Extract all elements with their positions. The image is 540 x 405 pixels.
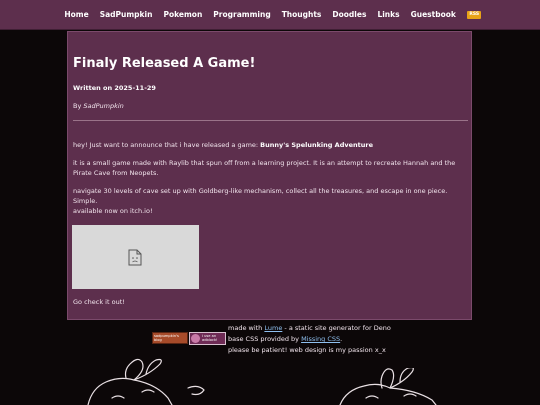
post-date-line: Written on 2025-11-29 [73, 84, 156, 92]
nav-doodles[interactable]: Doodles [327, 0, 372, 29]
adblock-badge[interactable]: i use an adblock! [189, 332, 226, 345]
bunny-doodle-right-icon [339, 368, 437, 405]
badge2-text: i use an adblock! [202, 334, 217, 342]
lume-link[interactable]: Lume [264, 324, 282, 332]
post-intro: hey! Just want to announce that i have r… [73, 140, 468, 150]
main-nav: Home SadPumpkin Pokemon Programming Thou… [0, 0, 540, 29]
rss-feed-icon[interactable]: RSS [467, 10, 482, 19]
footer-text: made with Lume - a static site generator… [228, 323, 391, 356]
badge2-line2: adblock! [202, 338, 218, 342]
footer-line-2: base CSS provided by Missing CSS. [228, 334, 391, 345]
by-prefix: By [73, 102, 84, 110]
nav-sadpumpkin[interactable]: SadPumpkin [94, 0, 158, 29]
nav-pokemon[interactable]: Pokemon [158, 0, 208, 29]
footer-badges: sadpumpkin's blog i use an adblock! [152, 332, 226, 345]
post-author: SadPumpkin [83, 102, 124, 110]
divider [73, 120, 468, 121]
game-screenshot-image[interactable] [72, 225, 199, 289]
badge1-line2: blog [154, 338, 162, 342]
broken-image-icon [128, 249, 142, 266]
nav-home[interactable]: Home [59, 0, 94, 29]
footer-line-3: please be patient! web design is my pass… [228, 346, 386, 354]
nav-guestbook[interactable]: Guestbook [405, 0, 461, 29]
post-paragraph-3: navigate 30 levels of cave set up with G… [73, 187, 448, 205]
footer-line2-prefix: base CSS provided by [228, 335, 302, 343]
badge-face-icon [191, 334, 200, 343]
post-paragraph-2: it is a small game made with Raylib that… [73, 159, 456, 177]
call-to-action: Go check it out! [73, 298, 125, 306]
bunny-doodle-left-icon [87, 358, 205, 405]
nav-links[interactable]: Links [372, 0, 405, 29]
footer-line-1: made with Lume - a static site generator… [228, 323, 391, 334]
post-paragraph-4: available now on itch.io! [73, 207, 153, 215]
article-panel: Finaly Released A Game! Written on 2025-… [67, 31, 472, 320]
footer-line2-suffix: . [340, 335, 343, 343]
top-navigation-bar: Home SadPumpkin Pokemon Programming Thou… [0, 0, 540, 30]
post-date: 2025-11-29 [114, 84, 156, 92]
post-title: Finaly Released A Game! [73, 56, 256, 71]
written-prefix: Written on [73, 84, 115, 92]
missing-css-link[interactable]: Missing CSS [301, 335, 340, 343]
footer-line1-suffix: - a static site generator for Deno [282, 324, 391, 332]
nav-programming[interactable]: Programming [208, 0, 276, 29]
game-name: Bunny's Spelunking Adventure [260, 141, 373, 149]
footer-line1-prefix: made with [228, 324, 265, 332]
site-badge[interactable]: sadpumpkin's blog [152, 332, 188, 344]
post-byline: By SadPumpkin [73, 102, 124, 110]
nav-thoughts[interactable]: Thoughts [276, 0, 327, 29]
intro-text: hey! Just want to announce that i have r… [73, 141, 261, 149]
